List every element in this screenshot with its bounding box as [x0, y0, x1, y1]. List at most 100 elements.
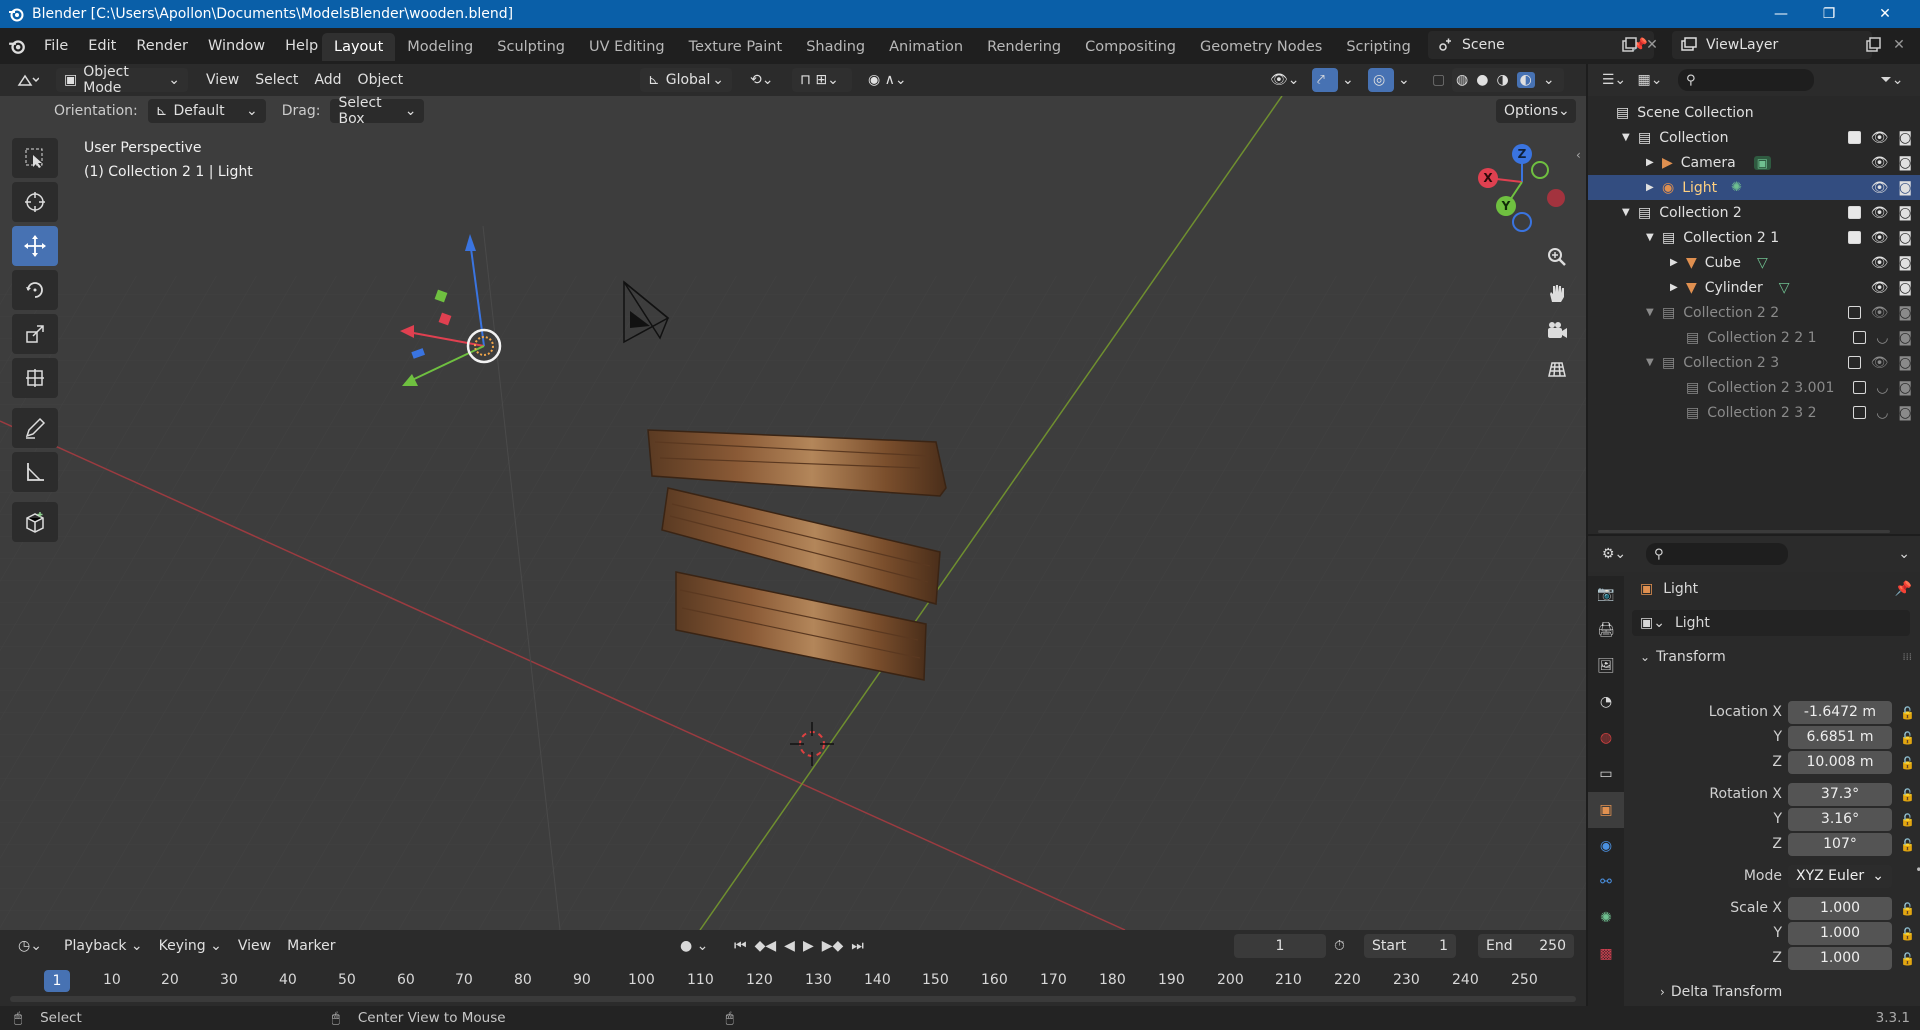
scale-tool[interactable]: [12, 314, 58, 354]
exclude-checkbox[interactable]: [1853, 381, 1867, 394]
viewport-menu-view[interactable]: View: [198, 68, 247, 92]
outliner-row-collection-2-2-1[interactable]: ▤ Collection 2 2 1 ◡ ◙: [1588, 325, 1920, 350]
exclude-checkbox[interactable]: [1853, 406, 1867, 419]
tab-texture-paint[interactable]: Texture Paint: [677, 33, 795, 61]
pivot-point-icon[interactable]: ⟲⌄: [742, 68, 781, 92]
render-camera-icon[interactable]: ◙: [1898, 230, 1912, 246]
timeline-editor-icon[interactable]: ◷⌄: [10, 938, 50, 954]
eye-icon[interactable]: 👁: [1871, 180, 1889, 196]
minimize-button[interactable]: —: [1758, 0, 1804, 28]
viewport-menu-add[interactable]: Add: [306, 68, 349, 92]
expand-arrow-icon[interactable]: ▶: [1670, 282, 1686, 293]
outliner-row-cylinder[interactable]: ▶ ▼ Cylinder ▽ 👁 ◙: [1588, 275, 1920, 300]
wireframe-shading-icon[interactable]: ◍: [1456, 72, 1468, 88]
expand-arrow-icon[interactable]: ▶: [1670, 257, 1686, 268]
end-frame-field[interactable]: End 250: [1478, 934, 1574, 958]
3d-viewport[interactable]: Z X Y: [0, 96, 1586, 930]
render-camera-icon[interactable]: ◙: [1898, 380, 1912, 396]
exclude-checkbox[interactable]: [1847, 306, 1861, 319]
perspective-toggle-icon[interactable]: [1540, 352, 1574, 386]
chevron-down-icon[interactable]: ⌄: [1898, 546, 1910, 562]
eye-icon[interactable]: 👁: [1871, 205, 1889, 221]
tab-layout[interactable]: Layout: [322, 33, 396, 61]
menu-file[interactable]: File: [34, 28, 78, 64]
tab-shading[interactable]: Shading: [794, 33, 877, 61]
gizmo-toggle-icon[interactable]: ⤤: [1312, 68, 1338, 92]
menu-edit[interactable]: Edit: [78, 28, 126, 64]
menu-render[interactable]: Render: [126, 28, 198, 64]
pan-hand-icon[interactable]: [1540, 276, 1574, 310]
eye-icon[interactable]: 👁: [1871, 255, 1889, 271]
keyframe-dot-icon[interactable]: •: [1900, 858, 1920, 883]
viewport-menu-select[interactable]: Select: [247, 68, 306, 92]
render-camera-icon[interactable]: ◙: [1898, 180, 1912, 196]
outliner-row-collection-2-3[interactable]: ▼ ▤ Collection 2 3 👁 ◙: [1588, 350, 1920, 375]
tab-animation[interactable]: Animation: [877, 33, 975, 61]
lock-icon[interactable]: 🔓 •: [1900, 897, 1920, 922]
jump-start-icon[interactable]: ⏮: [734, 938, 747, 954]
tab-modeling[interactable]: Modeling: [395, 33, 485, 61]
rendered-shading-icon[interactable]: ◐: [1516, 72, 1535, 88]
select-box-tool[interactable]: [12, 138, 58, 178]
proportional-editing-icon[interactable]: ◉ ∧⌄: [860, 68, 915, 92]
tab-sculpting[interactable]: Sculpting: [485, 33, 577, 61]
tab-compositing[interactable]: Compositing: [1073, 33, 1188, 61]
location-z-field[interactable]: 10.008 m: [1788, 751, 1892, 774]
light-data-icon[interactable]: ✺: [1731, 180, 1742, 195]
properties-editor-icon[interactable]: ⚙⌄: [1596, 546, 1632, 562]
delete-scene-icon[interactable]: ✕: [1642, 34, 1662, 56]
rotate-tool[interactable]: [12, 270, 58, 310]
options-dropdown[interactable]: Options ⌄: [1496, 99, 1576, 123]
start-frame-field[interactable]: Start 1: [1364, 934, 1456, 958]
lock-icon[interactable]: 🔓 •: [1900, 701, 1920, 726]
mode-dropdown[interactable]: ▣ Object Mode ⌄: [56, 64, 188, 96]
view-layer-selector[interactable]: ViewLayer: [1672, 31, 1872, 59]
outliner-row-cube[interactable]: ▶ ▼ Cube ▽ 👁 ◙: [1588, 250, 1920, 275]
lock-icon[interactable]: 🔓 •: [1900, 751, 1920, 776]
chevron-down-icon[interactable]: ⌄: [1338, 68, 1358, 92]
exclude-checkbox[interactable]: [1847, 131, 1861, 144]
new-view-layer-icon[interactable]: [1862, 34, 1884, 56]
add-cube-tool[interactable]: [12, 502, 58, 542]
texture-properties-icon[interactable]: ▩: [1588, 936, 1624, 972]
delta-transform-panel-header[interactable]: › Delta Transform: [1660, 984, 1782, 1000]
lock-icon[interactable]: 🔓 •: [1900, 947, 1920, 972]
outliner-scrollbar[interactable]: [1598, 530, 1890, 533]
render-camera-icon[interactable]: ◙: [1898, 280, 1912, 296]
cursor-tool[interactable]: [12, 182, 58, 222]
play-icon[interactable]: ▶: [803, 938, 814, 954]
camera-view-icon[interactable]: [1540, 314, 1574, 348]
tab-scripting[interactable]: Scripting: [1334, 33, 1422, 61]
blender-menu-icon[interactable]: [0, 28, 34, 64]
mesh-data-icon[interactable]: ▽: [1779, 280, 1790, 296]
drag-handle-icon[interactable]: ⁞⁞⁞: [1902, 652, 1912, 663]
timeline-scrollbar[interactable]: [10, 996, 1576, 1002]
chevron-down-icon[interactable]: ⌄: [1394, 68, 1414, 92]
lock-icon[interactable]: 🔓 •: [1900, 726, 1920, 751]
eye-hidden-icon[interactable]: ◡: [1876, 380, 1888, 396]
exclude-checkbox[interactable]: [1847, 356, 1861, 369]
outliner-row-camera[interactable]: ▶ ▶ Camera ▣ 👁 ◙: [1588, 150, 1920, 175]
stopwatch-icon[interactable]: ⏱: [1334, 938, 1345, 954]
close-button[interactable]: ✕: [1862, 0, 1908, 28]
tab-rendering[interactable]: Rendering: [975, 33, 1073, 61]
exclude-checkbox[interactable]: [1847, 231, 1861, 244]
timeline-menu-keying[interactable]: Keying ⌄: [151, 934, 230, 958]
eye-icon[interactable]: 👁: [1871, 130, 1889, 146]
render-camera-icon[interactable]: ◙: [1898, 255, 1912, 271]
solid-shading-icon[interactable]: ●: [1476, 72, 1488, 88]
snap-toggle-icon[interactable]: ⊓ ⊞⌄: [792, 68, 852, 92]
material-shading-icon[interactable]: ◑: [1496, 72, 1508, 88]
object-browse-icon[interactable]: ▣⌄: [1640, 615, 1665, 631]
maximize-button[interactable]: ❐: [1806, 0, 1852, 28]
timeline-menu-marker[interactable]: Marker: [279, 934, 343, 958]
outliner-row-collection-2-1[interactable]: ▼ ▤ Collection 2 1 👁 ◙: [1588, 225, 1920, 250]
expand-arrow-icon[interactable]: ▼: [1646, 307, 1662, 318]
outliner-row-collection[interactable]: ▼ ▤ Collection 👁 ◙: [1588, 125, 1920, 150]
render-camera-icon[interactable]: ◙: [1898, 205, 1912, 221]
rotation-z-field[interactable]: 107°: [1788, 833, 1892, 856]
expand-arrow-icon[interactable]: ▶: [1646, 182, 1662, 193]
render-properties-icon[interactable]: 📷: [1588, 576, 1624, 612]
overlays-toggle-icon[interactable]: ◎: [1368, 68, 1394, 92]
pin-icon[interactable]: 📌: [1895, 581, 1912, 597]
